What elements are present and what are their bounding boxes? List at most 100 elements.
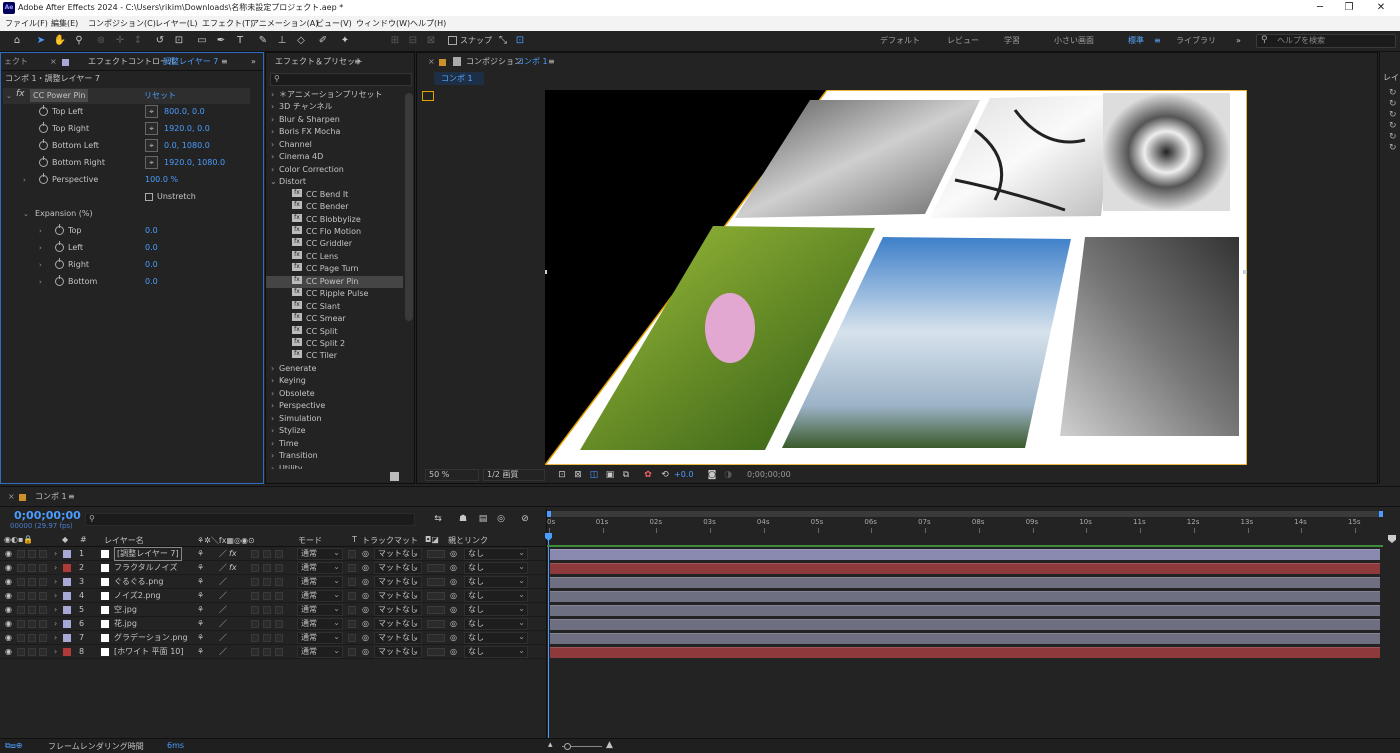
snap-grid-icon[interactable]: ⊡ — [513, 34, 527, 48]
zoom-in-icon[interactable]: ▲ — [606, 740, 613, 750]
effect-name[interactable]: CC Power Pin — [30, 89, 89, 102]
layer-bar[interactable] — [550, 647, 1380, 658]
preserve-transparency-switch[interactable] — [348, 592, 356, 600]
parent-header[interactable]: 親とリンク — [448, 535, 488, 546]
timeline-zoom-handle[interactable] — [564, 743, 571, 750]
effect-category[interactable]: › ＊アニメーションプリセット — [266, 89, 403, 101]
chevron-right-icon[interactable]: › — [271, 388, 274, 400]
solo-switch[interactable] — [28, 648, 36, 656]
frame-blend-switch[interactable] — [251, 620, 259, 628]
pick-whip-icon[interactable]: ◎ — [450, 589, 457, 603]
panel-menu-icon[interactable]: ≡ — [548, 55, 555, 69]
workspace-libraries[interactable]: ライブラリ — [1176, 35, 1216, 47]
close-icon[interactable]: × — [428, 55, 435, 69]
crosshair-icon[interactable]: ⌖ — [145, 156, 158, 169]
eye-icon[interactable]: ◉ — [5, 603, 12, 617]
chevron-down-icon[interactable]: ⌄ — [270, 176, 277, 188]
motion-blur-switch[interactable] — [263, 634, 271, 642]
fx-icon[interactable]: fx — [16, 89, 25, 99]
param-value[interactable]: 0.0 — [145, 274, 158, 290]
mode-select[interactable]: 通常 — [297, 548, 343, 560]
matte-link-icon[interactable]: ◎ — [362, 589, 369, 603]
chevron-right-icon[interactable]: › — [271, 450, 274, 462]
effect-item[interactable]: fx CC Blobbylize — [266, 213, 403, 226]
show-snapshot-icon[interactable]: ◑ — [721, 468, 735, 482]
workspace-standard[interactable]: 標準 — [1128, 35, 1144, 47]
mode-select[interactable]: 通常 — [297, 618, 343, 630]
layer-name[interactable]: ノイズ2.png — [114, 589, 161, 603]
effect-category[interactable]: › Blur & Sharpen — [266, 114, 403, 126]
motion-blur-switch[interactable] — [263, 564, 271, 572]
chevron-right-icon[interactable]: › — [39, 240, 42, 256]
layer-row[interactable]: ◉ › 2 フラクタルノイズ ⚘ ／fx 通常 ◎ マットなし ◎ なし — [0, 561, 546, 575]
mode-header[interactable]: モード — [298, 535, 322, 546]
chevron-right-icon[interactable]: › — [271, 363, 274, 375]
pick-whip-icon[interactable]: ◎ — [450, 645, 457, 659]
right-panel-tab[interactable]: レイ — [1383, 72, 1399, 83]
chevron-right-icon[interactable]: › — [54, 603, 57, 617]
zoom-out-icon[interactable]: ▴ — [548, 740, 553, 750]
resolution-select[interactable]: 1/2 画質 — [483, 469, 545, 481]
lock-switch[interactable] — [39, 620, 47, 628]
chevron-right-icon[interactable]: › — [271, 425, 274, 437]
hand-tool-icon[interactable]: ✋ — [53, 34, 67, 48]
rectangle-tool-icon[interactable]: ▭ — [195, 34, 209, 48]
parent-select[interactable]: なし — [464, 632, 528, 644]
effect-category[interactable]: › Transition — [266, 450, 403, 462]
chevron-right-icon[interactable]: › — [271, 375, 274, 387]
chevron-right-icon[interactable]: › — [54, 617, 57, 631]
motion-blur-switch[interactable] — [263, 550, 271, 558]
effect-item[interactable]: fx CC Power Pin — [266, 275, 403, 288]
chevron-right-icon[interactable]: › — [271, 89, 274, 101]
crosshair-icon[interactable]: ⌖ — [145, 105, 158, 118]
layer-label-color[interactable] — [63, 634, 71, 642]
quality-switch-icon[interactable]: ／ — [219, 561, 227, 575]
transparency-grid-icon[interactable]: ⊠ — [571, 468, 585, 482]
orbit-tool-icon[interactable]: ⊛ — [94, 34, 108, 48]
current-time-indicator[interactable] — [548, 533, 549, 753]
effect-category[interactable]: › Time — [266, 438, 403, 450]
local-axis-icon[interactable]: ⊞ — [388, 34, 402, 48]
color-channel-icon[interactable]: ✿ — [641, 468, 655, 482]
close-icon[interactable]: ✕ — [1366, 0, 1396, 16]
effect-item[interactable]: fx CC Split — [266, 325, 403, 338]
chevron-right-icon[interactable]: › — [39, 257, 42, 273]
solo-switch[interactable] — [28, 550, 36, 558]
layer-label-color[interactable] — [63, 550, 71, 558]
layer-row[interactable]: ◉ › 3 ぐるぐる.png ⚘ ／ 通常 ◎ マットなし ◎ なし — [0, 575, 546, 589]
solo-switch[interactable] — [28, 578, 36, 586]
mode-select[interactable]: 通常 — [297, 604, 343, 616]
frame-blend-switch[interactable] — [251, 592, 259, 600]
effect-header-row[interactable]: ⌄ fx CC Power Pin リセット — [3, 88, 250, 104]
pick-whip-icon[interactable]: ◎ — [450, 631, 457, 645]
layer-bar[interactable] — [550, 591, 1380, 602]
preserve-transparency-switch[interactable] — [348, 550, 356, 558]
rotate-icons[interactable]: ↻ ↻ ↻ ↻ ↻ ↻ — [1389, 88, 1397, 154]
chevron-right-icon[interactable]: › — [271, 139, 274, 151]
menu-layer[interactable]: レイヤー(L) — [155, 16, 197, 31]
chevron-right-icon[interactable]: › — [271, 101, 274, 113]
layer-row[interactable]: ◉ › 5 空.jpg ⚘ ／ 通常 ◎ マットなし ◎ なし — [0, 603, 546, 617]
track-matte-select[interactable]: マットなし — [374, 604, 422, 616]
pick-whip-icon[interactable]: ◎ — [450, 547, 457, 561]
layer-row[interactable]: ◉ › 8 [ホワイト 平面 10] ⚘ ／ 通常 ◎ マットなし ◎ なし — [0, 645, 546, 659]
fx-switch[interactable]: fx — [229, 561, 237, 575]
home-icon[interactable]: ⌂ — [10, 34, 24, 48]
audio-switch[interactable] — [17, 578, 25, 586]
track-matte-select[interactable]: マットなし — [374, 618, 422, 630]
tab-effect-layer[interactable]: 調整レイヤー 7 — [163, 55, 218, 69]
effects-scrollbar[interactable] — [405, 93, 413, 321]
adjustment-switch[interactable] — [275, 634, 283, 642]
viewer-timecode[interactable]: 0;00;00;00 — [747, 470, 791, 479]
effect-category[interactable]: › Obsolete — [266, 388, 403, 400]
layer-label-color[interactable] — [63, 564, 71, 572]
stopwatch-icon[interactable] — [39, 105, 48, 116]
chevron-right-icon[interactable]: › — [271, 463, 274, 470]
matte-invert-switch[interactable] — [427, 592, 445, 600]
matte-invert-switch[interactable] — [427, 606, 445, 614]
zoom-select[interactable]: 50 % — [425, 469, 479, 481]
workspace-small-screen[interactable]: 小さい画面 — [1054, 35, 1094, 47]
audio-switch[interactable] — [17, 550, 25, 558]
chevron-right-icon[interactable]: › — [271, 438, 274, 450]
chevron-down-icon[interactable]: ⌄ — [6, 92, 12, 100]
